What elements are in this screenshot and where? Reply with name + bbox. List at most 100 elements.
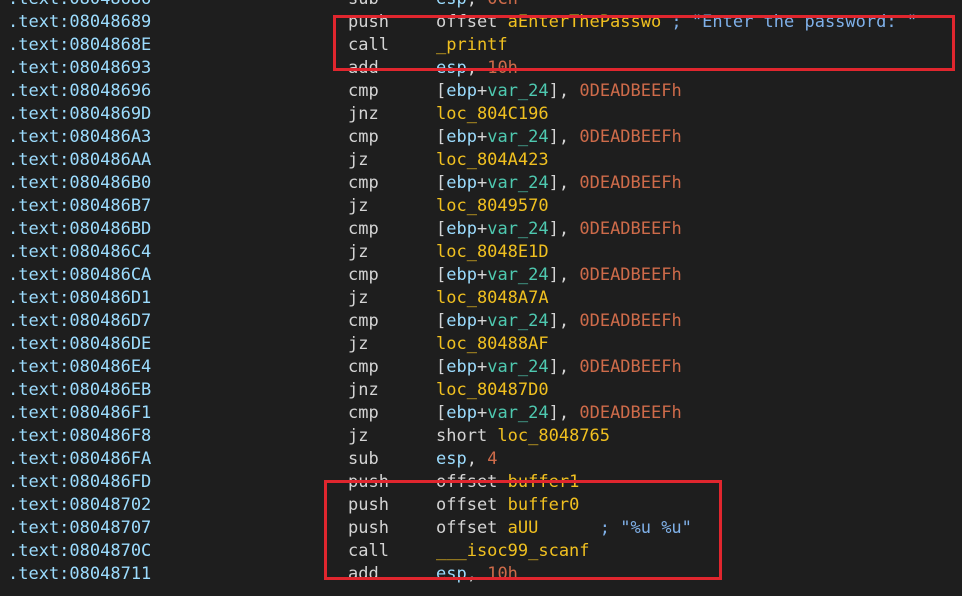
instruction-operands[interactable]: esp, 0Ch [436, 0, 518, 11]
disasm-line[interactable]: .text:0804869D jnz loc_804C196 [0, 103, 962, 126]
disasm-line[interactable]: .text:080486E4 cmp [ebp+var_24], 0DEADBEEF… [0, 356, 962, 379]
line-address[interactable]: .text:080486AA [8, 149, 151, 172]
disasm-line[interactable]: .text:080486DE jz loc_80488AF [0, 333, 962, 356]
line-address[interactable]: .text:080486EB [8, 379, 151, 402]
register-token[interactable]: ebp [446, 81, 477, 101]
line-address[interactable]: .text:08048702 [8, 494, 151, 517]
disasm-line[interactable]: .text:080486EB jnz loc_80487D0 [0, 379, 962, 402]
variable-token[interactable]: var_24 [487, 311, 548, 331]
label-token[interactable]: loc_804A423 [436, 150, 549, 170]
disasm-line[interactable]: .text:080486F8 jz short loc_8048765 [0, 425, 962, 448]
instruction-mnemonic[interactable]: push [348, 11, 389, 34]
instruction-operands[interactable]: offset aEnterThePasswo ; "Enter the pass… [436, 11, 917, 34]
line-address[interactable]: .text:080486DE [8, 333, 151, 356]
label-token[interactable]: aEnterThePasswo [508, 12, 662, 32]
variable-token[interactable]: var_24 [487, 403, 548, 423]
instruction-mnemonic[interactable]: jz [348, 287, 368, 310]
disasm-line[interactable]: .text:080486FD push offset buffer1 [0, 471, 962, 494]
variable-token[interactable]: var_24 [487, 357, 548, 377]
disasm-line[interactable]: .text:080486B7 jz loc_8049570 [0, 195, 962, 218]
register-token[interactable]: esp [436, 564, 467, 584]
disasm-line[interactable]: .text:08048696 cmp [ebp+var_24], 0DEADBEEF… [0, 80, 962, 103]
instruction-mnemonic[interactable]: call [348, 34, 389, 57]
line-address[interactable]: .text:080486E4 [8, 356, 151, 379]
line-address[interactable]: .text:080486B7 [8, 195, 151, 218]
line-address[interactable]: .text:080486FA [8, 448, 151, 471]
instruction-operands[interactable]: short loc_8048765 [436, 425, 610, 448]
instruction-operands[interactable]: loc_80487D0 [436, 379, 549, 402]
instruction-mnemonic[interactable]: add [348, 57, 379, 80]
instruction-operands[interactable]: loc_8048A7A [436, 287, 549, 310]
instruction-operands[interactable]: [ebp+var_24], 0DEADBEEFh [436, 264, 682, 287]
register-token[interactable]: esp [436, 58, 467, 78]
instruction-operands[interactable]: _printf [436, 34, 508, 57]
line-address[interactable]: .text:08048696 [8, 80, 151, 103]
line-address[interactable]: .text:08048707 [8, 517, 151, 540]
disasm-line[interactable]: .text:080486CA cmp [ebp+var_24], 0DEADBEEF… [0, 264, 962, 287]
label-token[interactable]: loc_8049570 [436, 196, 549, 216]
line-address[interactable]: .text:080486CA [8, 264, 151, 287]
instruction-operands[interactable]: loc_8048E1D [436, 241, 549, 264]
instruction-operands[interactable]: esp, 10h [436, 563, 518, 586]
instruction-mnemonic[interactable]: push [348, 471, 389, 494]
label-token[interactable]: loc_8048E1D [436, 242, 549, 262]
disasm-line[interactable]: .text:080486FA sub esp, 4 [0, 448, 962, 471]
register-token[interactable]: ebp [446, 357, 477, 377]
instruction-mnemonic[interactable]: jz [348, 195, 368, 218]
line-address[interactable]: .text:080486B0 [8, 172, 151, 195]
line-address[interactable]: .text:080486BD [8, 218, 151, 241]
instruction-mnemonic[interactable]: cmp [348, 172, 379, 195]
instruction-mnemonic[interactable]: cmp [348, 126, 379, 149]
instruction-operands[interactable]: loc_8049570 [436, 195, 549, 218]
line-address[interactable]: .text:080486C4 [8, 241, 151, 264]
line-address[interactable]: .text:080486D7 [8, 310, 151, 333]
variable-token[interactable]: var_24 [487, 81, 548, 101]
instruction-mnemonic[interactable]: cmp [348, 218, 379, 241]
instruction-mnemonic[interactable]: add [348, 563, 379, 586]
disasm-line[interactable]: .text:08048689 push offset aEnterThePasswo… [0, 11, 962, 34]
instruction-operands[interactable]: loc_804C196 [436, 103, 549, 126]
disasm-line[interactable]: .text:080486BD cmp [ebp+var_24], 0DEADBEEF… [0, 218, 962, 241]
instruction-operands[interactable]: [ebp+var_24], 0DEADBEEFh [436, 356, 682, 379]
instruction-mnemonic[interactable]: jz [348, 241, 368, 264]
disasm-line[interactable]: .text:08048711 add esp, 10h [0, 563, 962, 586]
disasm-line[interactable]: .text:08048707 push offset aUU ; "%u %u" [0, 517, 962, 540]
label-token[interactable]: buffer0 [508, 495, 580, 515]
label-token[interactable]: ___isoc99_scanf [436, 541, 590, 561]
label-token[interactable]: loc_8048A7A [436, 288, 549, 308]
label-token[interactable]: loc_80488AF [436, 334, 549, 354]
line-address[interactable]: .text:0804868E [8, 34, 151, 57]
disasm-line[interactable]: .text:0804868E call _printf [0, 34, 962, 57]
disasm-line[interactable]: .text:08048686 sub esp, 0Ch [0, 0, 962, 11]
instruction-mnemonic[interactable]: cmp [348, 310, 379, 333]
instruction-mnemonic[interactable]: jz [348, 425, 368, 448]
line-address[interactable]: .text:080486FD [8, 471, 151, 494]
instruction-operands[interactable]: loc_80488AF [436, 333, 549, 356]
register-token[interactable]: esp [436, 449, 467, 469]
instruction-operands[interactable]: [ebp+var_24], 0DEADBEEFh [436, 172, 682, 195]
disasm-line[interactable]: .text:080486A3 cmp [ebp+var_24], 0DEADBEEF… [0, 126, 962, 149]
disassembly-listing[interactable]: .text:08048686 sub esp, 0Ch .text:08048689 p… [0, 0, 962, 586]
instruction-operands[interactable]: [ebp+var_24], 0DEADBEEFh [436, 310, 682, 333]
label-token[interactable]: loc_804C196 [436, 104, 549, 124]
instruction-mnemonic[interactable]: cmp [348, 264, 379, 287]
register-token[interactable]: esp [436, 0, 467, 9]
instruction-operands[interactable]: esp, 4 [436, 448, 497, 471]
label-token[interactable]: loc_80487D0 [436, 380, 549, 400]
instruction-operands[interactable]: offset buffer1 [436, 471, 579, 494]
label-token[interactable]: aUU [508, 518, 539, 538]
label-token[interactable]: buffer1 [508, 472, 580, 492]
disasm-line[interactable]: .text:08048693 add esp, 10h [0, 57, 962, 80]
register-token[interactable]: ebp [446, 403, 477, 423]
instruction-operands[interactable]: ___isoc99_scanf [436, 540, 590, 563]
disasm-line[interactable]: .text:080486AA jz loc_804A423 [0, 149, 962, 172]
disasm-line[interactable]: .text:080486D7 cmp [ebp+var_24], 0DEADBEEF… [0, 310, 962, 333]
disasm-line[interactable]: .text:08048702 push offset buffer0 [0, 494, 962, 517]
disasm-line[interactable]: .text:080486D1 jz loc_8048A7A [0, 287, 962, 310]
instruction-mnemonic[interactable]: call [348, 540, 389, 563]
disasm-line[interactable]: .text:0804870C call ___isoc99_scanf [0, 540, 962, 563]
variable-token[interactable]: var_24 [487, 265, 548, 285]
label-token[interactable]: _printf [436, 35, 508, 55]
instruction-mnemonic[interactable]: sub [348, 448, 379, 471]
line-address[interactable]: .text:08048693 [8, 57, 151, 80]
